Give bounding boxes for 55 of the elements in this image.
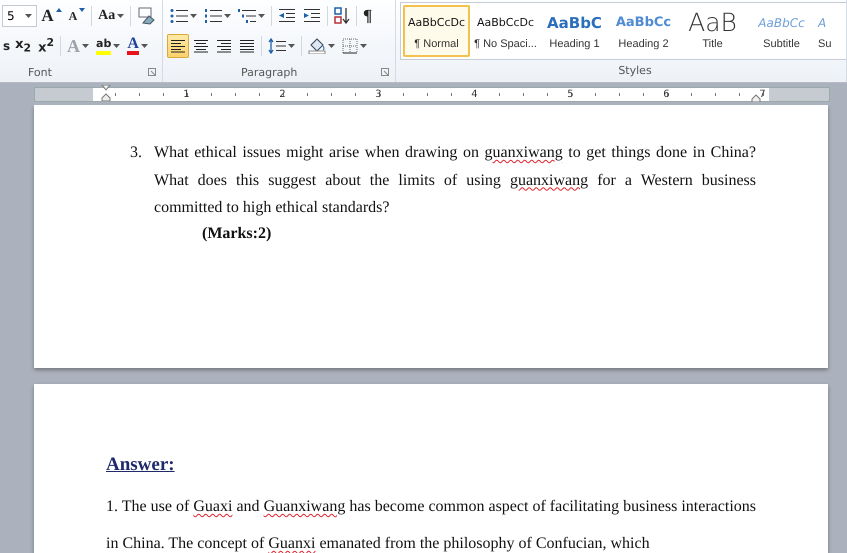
increase-indent-icon — [303, 8, 321, 24]
pilcrow-button[interactable]: ¶ — [360, 4, 376, 28]
numbered-list-icon — [204, 8, 222, 24]
style-tile[interactable]: AaBbCc Subtitle — [748, 5, 815, 57]
caret-icon — [79, 8, 86, 12]
style-tile[interactable]: A Su — [817, 5, 839, 57]
ruler-number: 4 — [471, 88, 479, 100]
ruler-number: 5 — [567, 88, 575, 100]
question-text: What ethical issues might arise when drawing on guanxiwang to get things done in China? What does this suggest about the limits of using guanxiwang for a Western business committed to high ethical standards? — [154, 143, 756, 218]
line-spacing-icon — [268, 38, 286, 54]
justify-icon — [239, 39, 255, 53]
sort-icon — [334, 7, 350, 25]
marks-text: (Marks:2) — [202, 224, 272, 242]
ruler-number: 3 — [375, 88, 383, 100]
caret-icon — [25, 14, 32, 18]
change-case-button[interactable]: Aa — [95, 4, 128, 28]
paint-bucket-icon — [308, 38, 326, 54]
align-left-icon — [170, 39, 186, 53]
indent-marker-icon[interactable] — [751, 94, 761, 102]
ruler-number: 1 — [183, 88, 191, 100]
shrink-font-button[interactable]: A — [66, 4, 88, 28]
group-label: Font — [28, 66, 52, 78]
font-size-field[interactable]: 5 — [2, 5, 38, 27]
highlight-button[interactable]: ab — [93, 34, 124, 58]
ruler-number: 2 — [279, 88, 287, 100]
bulleted-list-icon — [170, 8, 188, 24]
ruler-number: 6 — [663, 88, 671, 100]
style-tile[interactable]: AaB Title — [679, 5, 746, 57]
style-tile[interactable]: AaBbC Heading 1 — [541, 5, 608, 57]
borders-icon — [342, 38, 358, 54]
multilevel-list-icon — [238, 8, 256, 24]
style-tile[interactable]: AaBbCc Heading 2 — [610, 5, 677, 57]
style-tile[interactable]: AaBbCcDc ¶ Normal — [403, 5, 470, 57]
align-right-icon — [216, 39, 232, 53]
style-tile[interactable]: AaBbCcDc ¶ No Spaci... — [472, 5, 539, 57]
caret-icon — [56, 8, 62, 12]
strike-cut-button[interactable]: s — [2, 34, 12, 58]
eraser-icon — [137, 7, 156, 25]
list-number: 3. — [130, 143, 142, 163]
indent-marker-icon[interactable] — [101, 84, 111, 100]
align-center-icon — [193, 39, 209, 53]
group-label: Styles — [618, 64, 652, 76]
ruler-number: 7 — [759, 88, 767, 100]
group-label: Paragraph — [241, 66, 298, 78]
answer-paragraph: 1. The use of Guaxi and Guanxiwang has become common aspect of facilitating business interactions in China. The concept of Guanxi emanated from the philosophy of Confucian, which — [106, 497, 756, 553]
script-button[interactable]: x$^{2}$ — [35, 34, 58, 58]
font-color-button[interactable]: A — [124, 34, 151, 58]
script-button[interactable]: x$_{2}$ — [12, 34, 34, 58]
decrease-indent-icon — [278, 8, 296, 24]
align-left-button[interactable] — [167, 34, 189, 58]
answer-heading: Answer: — [106, 454, 175, 476]
grow-font-button[interactable]: A — [38, 4, 65, 28]
dialog-launcher-icon[interactable] — [148, 68, 156, 76]
ruler[interactable]: 1 2 3 4 5 6 7 — [34, 86, 830, 102]
dialog-launcher-icon[interactable] — [381, 68, 389, 76]
